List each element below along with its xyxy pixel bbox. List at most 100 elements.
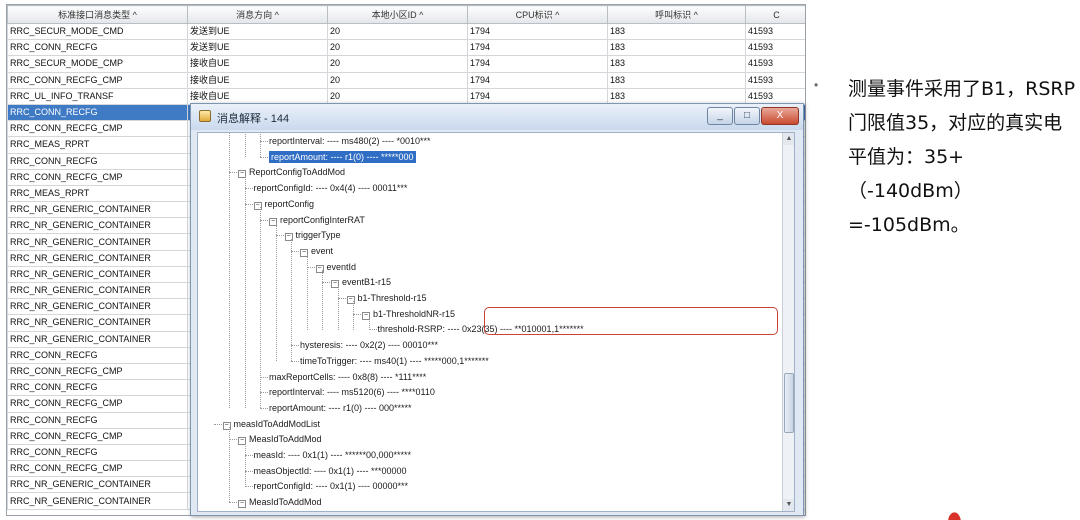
tree-node-label: maxReportCells: ---- 0x8(8) ---- *111***…: [269, 371, 427, 382]
scroll-down-arrow-icon[interactable]: ▼: [783, 499, 794, 511]
tree-leaf[interactable]: reportConfigId: ---- 0x1(1) ---- 00000**…: [254, 480, 409, 492]
table-cell: RRC_SECUR_MODE_CMD: [7, 22, 188, 41]
tree-node[interactable]: − eventB1-r15: [331, 276, 391, 289]
table-cell: 20: [327, 22, 468, 41]
tree-connector: [260, 156, 268, 158]
logo-fragment-icon: [948, 512, 961, 520]
tree-leaf[interactable]: measObjectId: ---- 0x1(1) ---- ***00000: [254, 465, 407, 477]
table-cell: 接收自UE: [187, 55, 328, 73]
tree-node[interactable]: − measIdToAddModList: [222, 418, 321, 430]
column-header[interactable]: C: [745, 5, 805, 24]
tree-guide-line: [260, 133, 261, 157]
minimize-button[interactable]: _: [707, 107, 733, 125]
table-cell: RRC_NR_GENERIC_CONTAINER: [7, 217, 188, 235]
table-cell: RRC_NR_GENERIC_CONTAINER: [7, 492, 188, 510]
tree-connector: [260, 407, 268, 409]
message-explanation-dialog: 消息解释 - 144 _ □ X reportInterval: ---- ms…: [190, 103, 804, 516]
maximize-button[interactable]: □: [734, 107, 760, 125]
table-row[interactable]: RRC_CONN_RECFG_CMP 接收自UE 20 1794 183 41593: [7, 71, 805, 89]
column-header[interactable]: 标准接口消息类型 ^: [7, 5, 188, 24]
tree-leaf[interactable]: reportInterval: ---- ms480(2) ---- *0010…: [269, 135, 431, 147]
tree-node-label: measObjectId: ---- 0x1(1) ---- ***00000: [253, 465, 407, 476]
table-cell: 183: [607, 22, 746, 41]
tree-node[interactable]: − MeasIdToAddMod: [238, 496, 322, 509]
tree-guide-line: [229, 133, 230, 409]
table-cell: RRC_MEAS_RPRT: [7, 136, 188, 154]
table-row[interactable]: RRC_SECUR_MODE_CMP 接收自UE 20 1794 183 41593: [7, 55, 805, 73]
tree-guide-line: [229, 427, 230, 503]
table-row[interactable]: RRC_SECUR_MODE_CMD 发送到UE 20 1794 183 41593: [7, 22, 805, 41]
tree-node-label: reportConfig: [264, 198, 315, 209]
column-header[interactable]: CPU标识 ^: [467, 5, 608, 24]
table-cell: RRC_CONN_RECFG: [7, 443, 188, 462]
table-cell: RRC_CONN_RECFG_CMP: [7, 395, 188, 413]
table-cell: 41593: [745, 71, 805, 89]
tree-guide-line: [244, 175, 246, 409]
tree-connector: [337, 298, 346, 299]
column-header[interactable]: 本地小区ID ^: [327, 5, 468, 24]
table-row[interactable]: RRC_UL_INFO_TRANSF 接收自UE 20 1794 183 41593: [7, 87, 805, 105]
tree-node[interactable]: − ReportConfigToAddMod: [238, 166, 346, 179]
table-cell: RRC_NR_GENERIC_CONTAINER: [7, 201, 188, 219]
tree-node-label: measIdToAddModList: [233, 418, 321, 429]
tree-node[interactable]: − event: [300, 245, 333, 257]
tree-leaf[interactable]: reportConfigId: ---- 0x4(4) ---- 00011**…: [254, 182, 408, 194]
bullet-icon: •: [814, 78, 819, 92]
table-cell: 20: [327, 87, 468, 105]
tree-node-label: event: [311, 245, 334, 256]
tree-node[interactable]: − b1-ThresholdNR-r15: [362, 308, 455, 320]
scroll-up-arrow-icon[interactable]: ▲: [783, 133, 794, 145]
collapse-icon[interactable]: −: [238, 500, 246, 509]
scrollbar-thumb[interactable]: [784, 373, 794, 433]
tree-node-label: reportInterval: ---- ms480(2) ---- *0010…: [269, 136, 431, 146]
tree-leaf[interactable]: measId: ---- 0x1(1) ---- ******00,000***…: [254, 449, 412, 461]
tree-node-label: b1-Threshold-r15: [357, 293, 427, 303]
table-row[interactable]: RRC_CONN_RECFG 发送到UE 20 1794 183 41593: [7, 39, 805, 57]
table-cell: RRC_NR_GENERIC_CONTAINER: [7, 233, 188, 251]
column-header[interactable]: 呼叫标识 ^: [607, 5, 746, 24]
threshold-highlight-box: [484, 307, 778, 335]
column-header[interactable]: 消息方向 ^: [187, 5, 328, 24]
table-cell: RRC_CONN_RECFG: [7, 103, 188, 122]
table-cell: 1794: [467, 55, 608, 73]
tree-guide-line: [244, 133, 246, 157]
tree-node[interactable]: − reportConfigInterRAT: [269, 214, 365, 226]
table-cell: RRC_NR_GENERIC_CONTAINER: [7, 281, 188, 300]
tree-node[interactable]: − reportConfig: [253, 198, 315, 210]
tree-leaf[interactable]: reportAmount: ---- r1(0) ---- *****000: [269, 150, 416, 163]
tree-node-label: reportConfigId: ---- 0x4(4) ---- 00011**…: [253, 183, 408, 194]
table-cell: RRC_CONN_RECFG_CMP: [7, 168, 188, 186]
tree-connector: [275, 235, 284, 237]
vertical-scrollbar[interactable]: ▲ ▼: [782, 133, 794, 511]
tree-node-label: reportAmount: ---- r1(0) ---- 000*****: [269, 402, 412, 413]
tree-leaf[interactable]: hysteresis: ---- 0x2(2) ---- 00010***: [300, 339, 438, 351]
tree-node[interactable]: − b1-Threshold-r15: [346, 292, 427, 304]
dialog-title-bar[interactable]: 消息解释 - 144 _ □ X: [191, 104, 803, 130]
tree-leaf[interactable]: reportInterval: ---- ms5120(6) ---- ****…: [269, 386, 435, 398]
table-cell: 183: [607, 55, 746, 73]
tree-leaf[interactable]: reportAmount: ---- r1(0) ---- 000*****: [269, 402, 412, 414]
tree-node-label: reportInterval: ---- ms5120(6) ---- ****…: [269, 387, 435, 398]
tree-node[interactable]: − triggerType: [284, 229, 341, 242]
tree-node-label: hysteresis: ---- 0x2(2) ---- 00010***: [300, 340, 439, 351]
tree-connector: [244, 455, 253, 456]
tree-leaf[interactable]: timeToTrigger: ---- ms40(1) ---- *****00…: [300, 355, 489, 367]
tree-node-label: ReportConfigToAddMod: [249, 167, 346, 178]
table-cell: 41593: [745, 39, 805, 57]
tree-guide-line: [368, 317, 370, 330]
tree-connector: [229, 439, 237, 441]
table-cell: RRC_SECUR_MODE_CMP: [7, 55, 188, 73]
tree-leaf[interactable]: maxReportCells: ---- 0x8(8) ---- *111***…: [269, 371, 426, 383]
table-cell: RRC_CONN_RECFG_CMP: [7, 71, 188, 89]
tree-node[interactable]: − MeasIdToAddMod: [238, 433, 322, 446]
tree-node-label: measId: ---- 0x1(1) ---- ******00,000***…: [253, 450, 412, 460]
table-cell: 20: [327, 55, 468, 73]
close-button[interactable]: X: [761, 107, 799, 125]
tree-connector: [306, 266, 315, 268]
tree-node-label: MeasIdToAddMod: [249, 497, 322, 508]
table-cell: RRC_CONN_RECFG_CMP: [7, 120, 188, 138]
table-cell: RRC_CONN_RECFG_CMP: [7, 460, 188, 478]
tree-guide-line: [244, 442, 246, 487]
table-cell: RRC_NR_GENERIC_CONTAINER: [7, 265, 188, 284]
decode-tree-pane: reportInterval: ---- ms480(2) ---- *0010…: [197, 132, 795, 512]
